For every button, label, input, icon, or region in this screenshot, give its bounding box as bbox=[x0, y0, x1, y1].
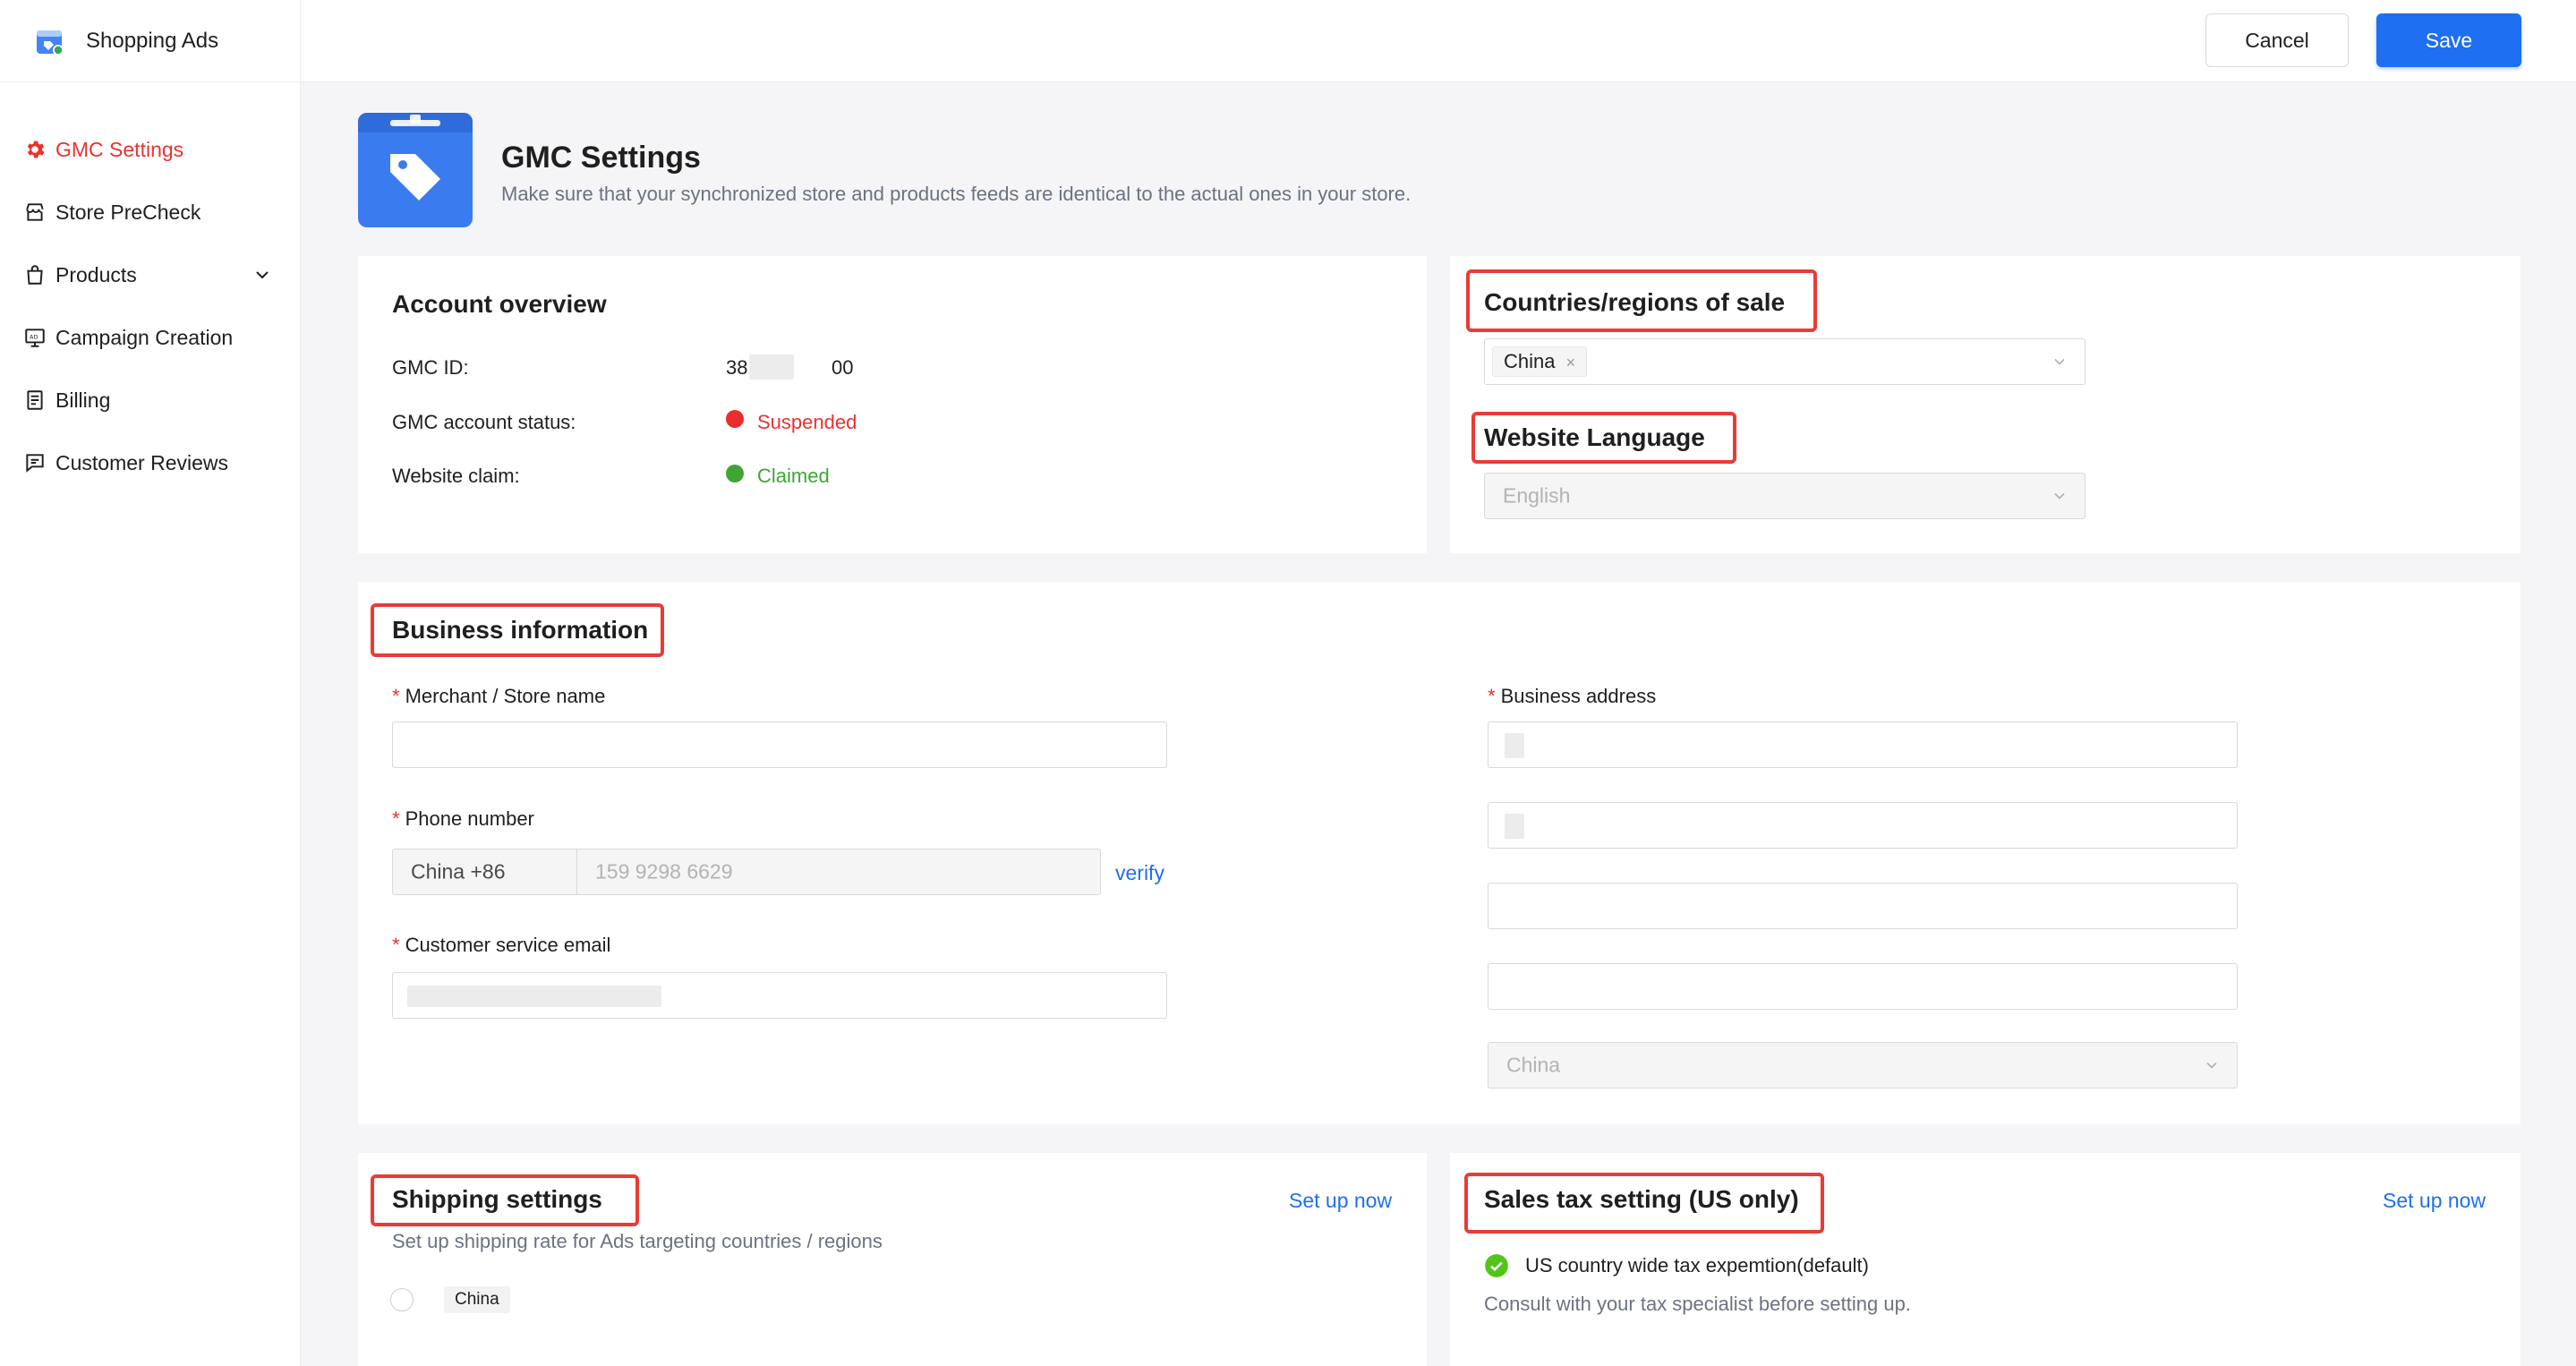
chevron-down-icon bbox=[2206, 1062, 2217, 1069]
sales-tax-title: Sales tax setting (US only) bbox=[1484, 1185, 1799, 1213]
sidebar: Shopping Ads GMC Settings Store PreCheck… bbox=[0, 0, 301, 1366]
gmc-status-label: GMC account status: bbox=[392, 411, 576, 433]
chevron-down-icon[interactable] bbox=[252, 264, 273, 286]
sidebar-item-label: Customer Reviews bbox=[55, 450, 228, 474]
shopping-bag-icon bbox=[23, 263, 47, 286]
gmc-id-suffix: 00 bbox=[832, 356, 854, 379]
document-icon bbox=[23, 388, 47, 412]
chevron-down-icon bbox=[2054, 358, 2065, 365]
sidebar-item-billing[interactable]: Billing bbox=[0, 369, 300, 431]
gmc-id-label: GMC ID: bbox=[392, 356, 469, 379]
store-name-input[interactable] bbox=[392, 721, 1167, 768]
phone-input[interactable]: China +86 159 9298 6629 bbox=[392, 849, 1101, 895]
business-info-card: Business information * Merchant / Store n… bbox=[358, 582, 2521, 1124]
address-line-2-input[interactable] bbox=[1488, 802, 2238, 849]
svg-text:AD: AD bbox=[30, 334, 38, 341]
address-line-1-input[interactable] bbox=[1488, 721, 2238, 768]
address-postal-input[interactable] bbox=[1488, 963, 2238, 1010]
tax-note: Consult with your tax specialist before … bbox=[1484, 1293, 1911, 1315]
status-suspended-dot bbox=[726, 410, 744, 428]
shopping-ads-logo-icon bbox=[37, 30, 64, 55]
country-tag: China × bbox=[1492, 346, 1588, 377]
countries-select[interactable]: China × bbox=[1484, 338, 2086, 385]
check-circle-icon bbox=[1485, 1254, 1508, 1277]
shipping-card: Shipping settings Set up now Set up ship… bbox=[358, 1153, 1427, 1366]
phone-country-code[interactable]: China +86 bbox=[393, 849, 577, 894]
shipping-country-tag: China bbox=[444, 1286, 510, 1313]
store-name-label: * Merchant / Store name bbox=[392, 685, 606, 707]
shipping-description: Set up shipping rate for Ads targeting c… bbox=[392, 1230, 883, 1252]
website-claim-label: Website claim: bbox=[392, 465, 520, 487]
shipping-title: Shipping settings bbox=[392, 1185, 602, 1213]
sidebar-item-gmc-settings[interactable]: GMC Settings bbox=[0, 118, 300, 181]
tax-exemption-option: US country wide tax expemtion(default) bbox=[1525, 1254, 1869, 1276]
remove-tag-icon[interactable]: × bbox=[1566, 354, 1576, 371]
status-badge: Suspended bbox=[757, 411, 857, 433]
redacted-gmc-id bbox=[749, 354, 794, 380]
phone-label: * Phone number bbox=[392, 807, 534, 830]
sidebar-item-label: Campaign Creation bbox=[55, 325, 234, 349]
claimed-dot bbox=[726, 465, 744, 482]
top-bar: Cancel Save bbox=[301, 0, 2576, 82]
email-input[interactable] bbox=[392, 972, 1167, 1019]
page-title: GMC Settings bbox=[501, 141, 701, 175]
language-value: English bbox=[1503, 483, 1571, 508]
review-icon bbox=[23, 451, 47, 474]
page-subtitle: Make sure that your synchronized store a… bbox=[501, 183, 1412, 205]
brand: Shopping Ads bbox=[0, 0, 300, 82]
shipping-country-radio[interactable] bbox=[390, 1288, 414, 1311]
sidebar-item-customer-reviews[interactable]: Customer Reviews bbox=[0, 431, 300, 494]
sales-tax-card: Sales tax setting (US only) Set up now U… bbox=[1450, 1153, 2521, 1366]
shipping-setup-link[interactable]: Set up now bbox=[1289, 1189, 1392, 1213]
sidebar-item-label: GMC Settings bbox=[55, 137, 184, 161]
gmc-tag-icon bbox=[358, 113, 473, 227]
redacted-email bbox=[407, 986, 661, 1007]
business-info-title: Business information bbox=[392, 616, 649, 644]
website-language-title: Website Language bbox=[1484, 423, 1705, 451]
store-icon bbox=[23, 201, 47, 224]
sidebar-item-label: Store PreCheck bbox=[55, 200, 201, 224]
regions-card: Countries/regions of sale China × Websit… bbox=[1450, 256, 2521, 553]
sidebar-item-campaign-creation[interactable]: AD Campaign Creation bbox=[0, 306, 300, 369]
claim-status: Claimed bbox=[757, 465, 830, 487]
verify-link[interactable]: verify bbox=[1115, 861, 1164, 885]
sidebar-item-products[interactable]: Products bbox=[0, 243, 300, 306]
gear-icon bbox=[23, 138, 47, 161]
redacted-address bbox=[1505, 733, 1524, 758]
phone-number-value: 159 9298 6629 bbox=[595, 859, 733, 884]
account-overview-card: Account overview GMC ID: 38 00 GMC accou… bbox=[358, 256, 1427, 553]
ad-icon: AD bbox=[23, 326, 47, 349]
address-country-select[interactable]: China bbox=[1488, 1042, 2238, 1089]
sidebar-item-store-precheck[interactable]: Store PreCheck bbox=[0, 181, 300, 243]
country-tag-label: China bbox=[1504, 350, 1556, 372]
countries-title: Countries/regions of sale bbox=[1484, 288, 1786, 316]
gmc-id-prefix: 38 bbox=[726, 356, 748, 379]
address-label: * Business address bbox=[1488, 685, 1657, 707]
save-button[interactable]: Save bbox=[2376, 13, 2521, 67]
chevron-down-icon bbox=[2054, 492, 2065, 499]
address-country-value: China bbox=[1506, 1053, 1561, 1077]
sidebar-item-label: Billing bbox=[55, 388, 111, 412]
account-overview-title: Account overview bbox=[392, 290, 607, 318]
sales-tax-setup-link[interactable]: Set up now bbox=[2383, 1189, 2486, 1213]
app-name: Shopping Ads bbox=[86, 28, 219, 53]
redacted-address bbox=[1505, 814, 1524, 839]
cancel-button[interactable]: Cancel bbox=[2205, 13, 2349, 67]
sidebar-item-label: Products bbox=[55, 262, 137, 286]
sidebar-nav: GMC Settings Store PreCheck Products AD … bbox=[0, 118, 300, 494]
language-select[interactable]: English bbox=[1484, 473, 2086, 519]
address-city-input[interactable] bbox=[1488, 883, 2238, 929]
email-label: * Customer service email bbox=[392, 934, 611, 956]
